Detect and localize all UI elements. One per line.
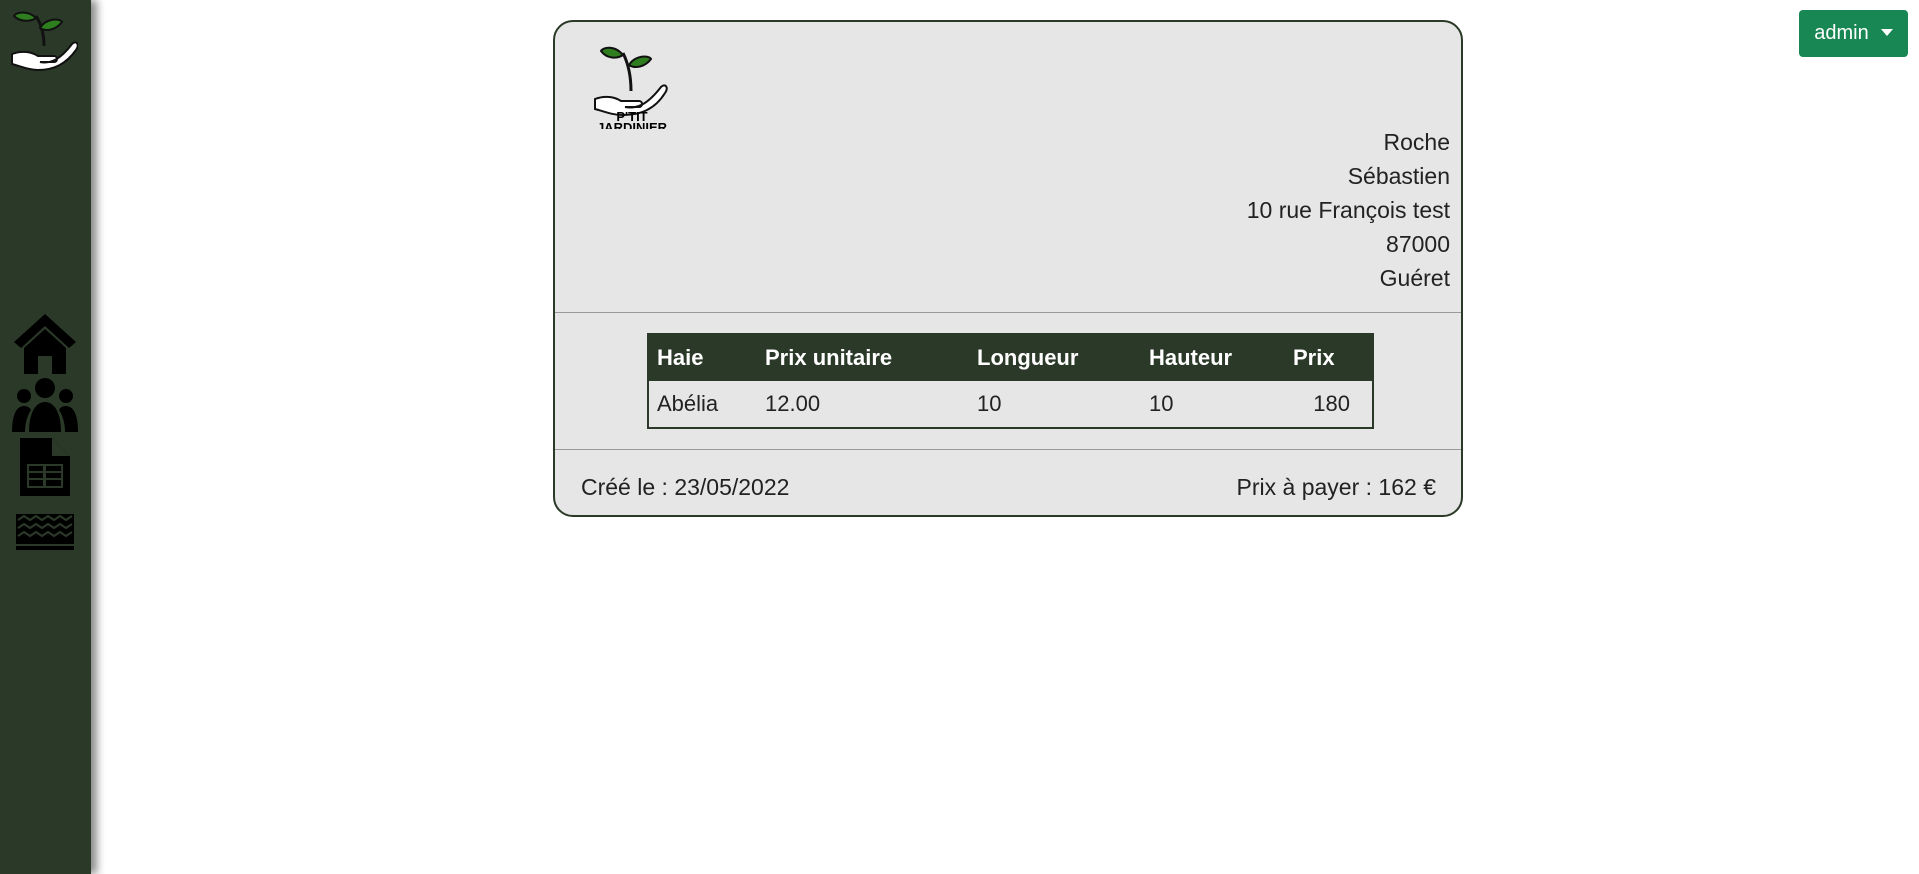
plant-in-hand-logo-icon[interactable] [8,6,78,72]
client-postal-code: 87000 [1386,231,1450,257]
user-menu-label: admin [1814,22,1869,44]
client-last-name: Roche [1383,129,1450,155]
cell-hauteur: 10 [1149,391,1174,416]
column-header-haie: Haie [648,334,757,381]
table-header-row: Haie Prix unitaire Longueur Hauteur Prix [648,334,1373,381]
column-header-longueur: Longueur [969,334,1141,381]
divider [555,449,1461,450]
hedge-lines-table: Haie Prix unitaire Longueur Hauteur Prix… [647,333,1374,429]
cell-prix-unitaire: 12.00 [765,391,821,416]
column-header-hauteur: Hauteur [1141,334,1285,381]
user-menu-button[interactable]: admin [1799,10,1908,57]
home-icon[interactable] [12,310,78,376]
table-row: Abélia 12.00 10 10 180 [648,381,1373,428]
cell-prix: 180 [1313,391,1350,416]
client-first-name: Sébastien [1347,163,1450,189]
chevron-down-icon [1880,29,1893,36]
invoice-card: P'TIT JARDINIER Roche Sébastien 10 rue F… [553,20,1463,517]
column-header-prix: Prix [1285,334,1373,381]
cell-haie: Abélia [657,391,719,416]
client-city: Guéret [1379,265,1450,291]
ptit-jardinier-logo: P'TIT JARDINIER [594,46,668,129]
column-header-prix-unitaire: Prix unitaire [757,334,969,381]
total-price: Prix à payer : 162 € [1236,474,1436,500]
logo-text-line2: JARDINIER [597,120,668,129]
cell-longueur: 10 [977,391,1002,416]
divider [555,312,1461,313]
document-table-icon[interactable] [12,436,78,498]
users-icon[interactable] [12,376,78,434]
client-address: Roche Sébastien 10 rue François test 870… [1247,125,1450,295]
created-date: Créé le : 23/05/2022 [581,474,790,500]
sidebar [0,0,91,874]
hedge-icon[interactable] [12,508,78,554]
client-street: 10 rue François test [1246,197,1450,223]
